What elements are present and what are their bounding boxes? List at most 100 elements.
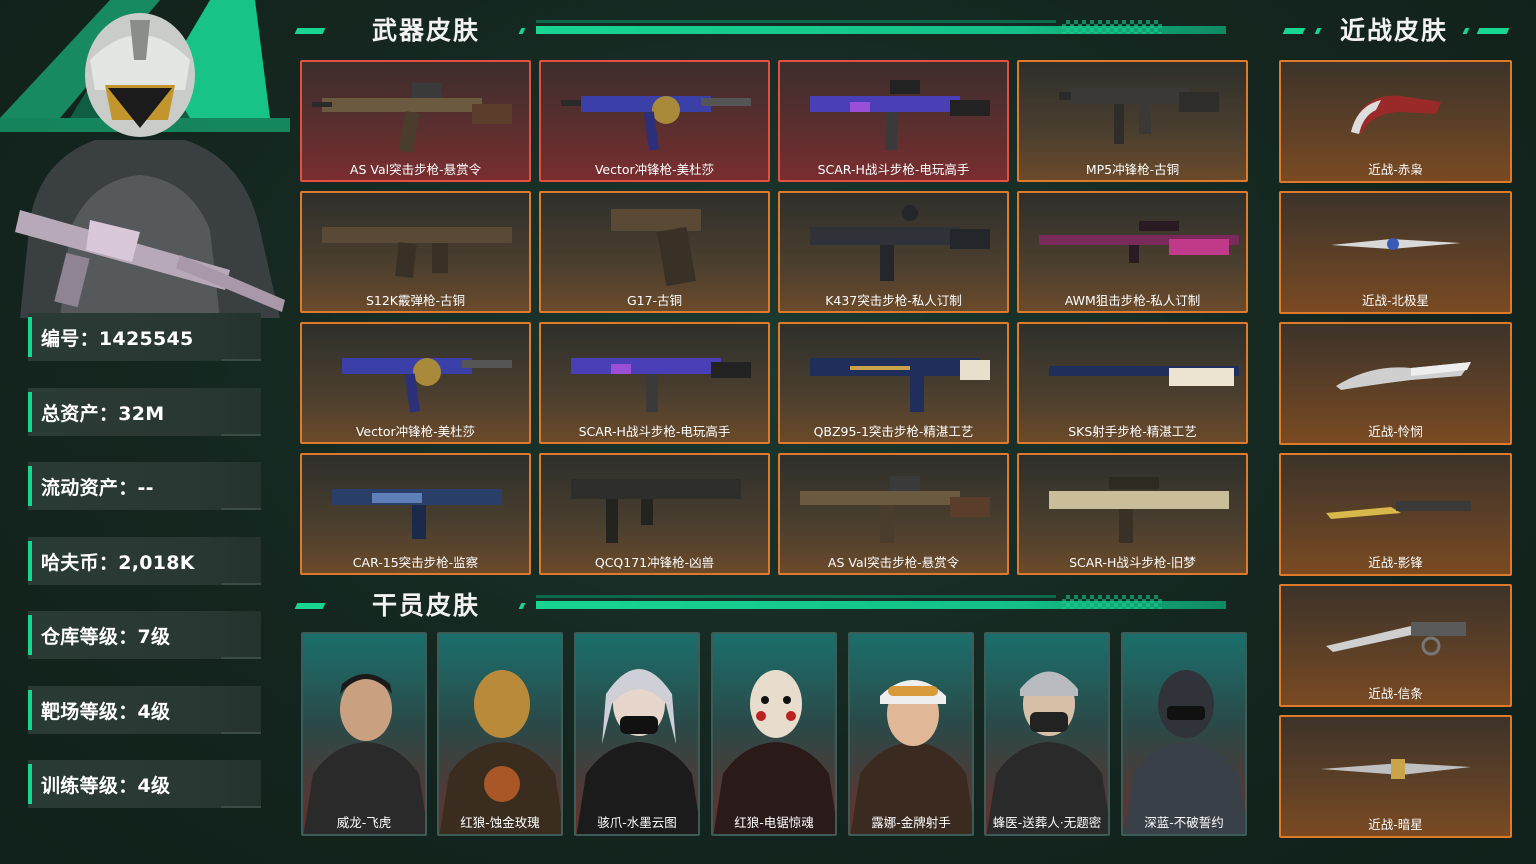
weapons-section-title: 武器皮肤 — [372, 16, 481, 45]
header-dash — [294, 603, 326, 609]
header-checker — [1062, 20, 1162, 34]
rifle-icon — [312, 83, 512, 153]
weapon-card[interactable]: SCAR-H战斗步枪-旧梦 — [1017, 453, 1248, 575]
header-dash — [1282, 28, 1306, 34]
operators-section-header: 干员皮肤 — [292, 591, 1250, 621]
knife-icon — [1336, 362, 1471, 390]
rifle-icon — [810, 205, 990, 281]
melee-card[interactable]: 近战-北极星 — [1279, 191, 1512, 314]
melee-section-header: 近战皮肤 — [1280, 16, 1512, 46]
weapon-card-label: Vector冲锋枪-美杜莎 — [355, 424, 476, 439]
rifle-icon — [332, 489, 502, 539]
weapon-card[interactable]: S12K霰弹枪-古铜 — [300, 191, 531, 313]
weapon-card-label: QCQ171冲锋枪-凶兽 — [594, 555, 715, 570]
stat-range-level: 靶场等级：4级 — [28, 686, 261, 734]
header-dash — [518, 603, 526, 609]
melee-card[interactable]: 近战-影锋 — [1279, 453, 1512, 576]
stat-total-assets-text: 总资产：32M — [41, 402, 165, 425]
melee-card-label: 近战-怜悯 — [1368, 424, 1423, 439]
header-dash — [1462, 28, 1470, 34]
header-line — [536, 595, 1056, 598]
melee-card[interactable]: 近战-怜悯 — [1279, 322, 1512, 445]
operator-card-label: 威龙-飞虎 — [336, 815, 392, 830]
smg-icon — [342, 358, 512, 413]
weapon-card-label: MP5冲锋枪-古铜 — [1085, 162, 1180, 177]
operator-card[interactable]: 红狼-蚀金玫瑰 — [437, 632, 563, 836]
weapon-card-label: SCAR-H战斗步枪-旧梦 — [1069, 555, 1196, 570]
weapon-card-label: QBZ95-1突击步枪-精湛工艺 — [813, 424, 974, 439]
operator-card[interactable]: 骇爪-水墨云图 — [574, 632, 700, 836]
operator-card-label: 骇爪-水墨云图 — [597, 815, 677, 830]
smg-icon — [561, 96, 751, 151]
weapon-card[interactable]: QCQ171冲锋枪-凶兽 — [539, 453, 770, 575]
operator-card[interactable]: 深蓝-不破誓约 — [1121, 632, 1247, 836]
operator-portrait-icon — [713, 670, 835, 834]
operator-portrait-icon — [0, 0, 290, 318]
weapon-card-label: AWM狙击步枪-私人订制 — [1064, 293, 1201, 308]
melee-card[interactable]: 近战-暗星 — [1279, 715, 1512, 838]
operator-card-label: 深蓝-不破誓约 — [1144, 815, 1224, 830]
header-dash — [294, 28, 326, 34]
sniper-icon — [1039, 221, 1239, 263]
rifle-icon — [571, 358, 751, 412]
operator-card[interactable]: 威龙-飞虎 — [301, 632, 427, 836]
stat-warehouse-level-text: 仓库等级：7级 — [41, 625, 171, 648]
header-dash — [518, 28, 526, 34]
weapon-card[interactable]: SKS射手步枪-精湛工艺 — [1017, 322, 1248, 444]
weapon-card[interactable]: AS Val突击步枪-悬赏令 — [778, 453, 1009, 575]
header-dash — [1314, 28, 1322, 34]
karambit-icon — [1351, 95, 1441, 134]
operators-section-title: 干员皮肤 — [372, 591, 481, 620]
rifle-icon — [810, 358, 990, 412]
melee-card[interactable]: 近战-信条 — [1279, 584, 1512, 707]
operator-portrait-icon — [303, 674, 425, 834]
melee-card-label: 近战-暗星 — [1368, 817, 1423, 832]
weapon-card-label: SCAR-H战斗步枪-电玩高手 — [817, 162, 970, 177]
weapon-card[interactable]: SCAR-H战斗步枪-电玩高手 — [778, 60, 1009, 182]
pistol-icon — [611, 209, 701, 287]
stat-haf-coin-text: 哈夫币：2,018K — [41, 551, 195, 574]
operator-portrait-icon — [850, 680, 972, 834]
weapon-card[interactable]: Vector冲锋枪-美杜莎 — [300, 322, 531, 444]
header-checker — [1062, 595, 1162, 609]
weapon-card-label: S12K霰弹枪-古铜 — [365, 293, 466, 308]
operator-card-label: 红狼-蚀金玫瑰 — [460, 815, 540, 830]
weapon-card[interactable]: SCAR-H战斗步枪-电玩高手 — [539, 322, 770, 444]
stat-training-level: 训练等级：4级 — [28, 760, 261, 808]
melee-card-label: 近战-信条 — [1368, 686, 1423, 701]
stat-total-assets: 总资产：32M — [28, 388, 261, 436]
operator-card-label: 露娜-金牌射手 — [871, 815, 951, 830]
operator-portrait-icon — [1123, 670, 1245, 834]
stat-liquid-assets: 流动资产：-- — [28, 462, 261, 510]
operator-card[interactable]: 蜂医-送葬人·无题密 — [984, 632, 1110, 836]
weapon-card[interactable]: G17-古铜 — [539, 191, 770, 313]
weapon-card[interactable]: CAR-15突击步枪-监察 — [300, 453, 531, 575]
header-dash — [1476, 28, 1510, 34]
stat-training-level-text: 训练等级：4级 — [41, 774, 171, 797]
weapon-card-label: CAR-15突击步枪-监察 — [352, 555, 479, 570]
operator-portrait-icon — [439, 670, 561, 834]
rifle-icon — [1049, 477, 1229, 543]
weapon-card[interactable]: AWM狙击步枪-私人订制 — [1017, 191, 1248, 313]
smg-icon — [571, 479, 741, 543]
melee-card-label: 近战-北极星 — [1361, 293, 1429, 308]
operator-portrait-icon — [576, 669, 698, 834]
weapons-section-header: 武器皮肤 — [292, 16, 1250, 46]
weapon-card[interactable]: Vector冲锋枪-美杜莎 — [539, 60, 770, 182]
operator-card[interactable]: 红狼-电锯惊魂 — [711, 632, 837, 836]
melee-card[interactable]: 近战-赤枭 — [1279, 60, 1512, 183]
butterfly-knife-icon — [1326, 501, 1471, 519]
weapon-card[interactable]: QBZ95-1突击步枪-精湛工艺 — [778, 322, 1009, 444]
stat-player-id: 编号：1425545 — [28, 313, 261, 361]
operator-portrait-icon — [986, 671, 1108, 834]
operator-card[interactable]: 露娜-金牌射手 — [848, 632, 974, 836]
weapon-card[interactable]: K437突击步枪-私人订制 — [778, 191, 1009, 313]
weapon-card[interactable]: MP5冲锋枪-古铜 — [1017, 60, 1248, 182]
melee-section-title: 近战皮肤 — [1340, 16, 1449, 45]
knife-icon — [1331, 238, 1461, 250]
weapon-card[interactable]: AS Val突击步枪-悬赏令 — [300, 60, 531, 182]
melee-card-label: 近战-影锋 — [1368, 555, 1423, 570]
header-line — [536, 20, 1056, 23]
weapon-card-label: SCAR-H战斗步枪-电玩高手 — [578, 424, 731, 439]
smg-icon — [1059, 88, 1219, 144]
